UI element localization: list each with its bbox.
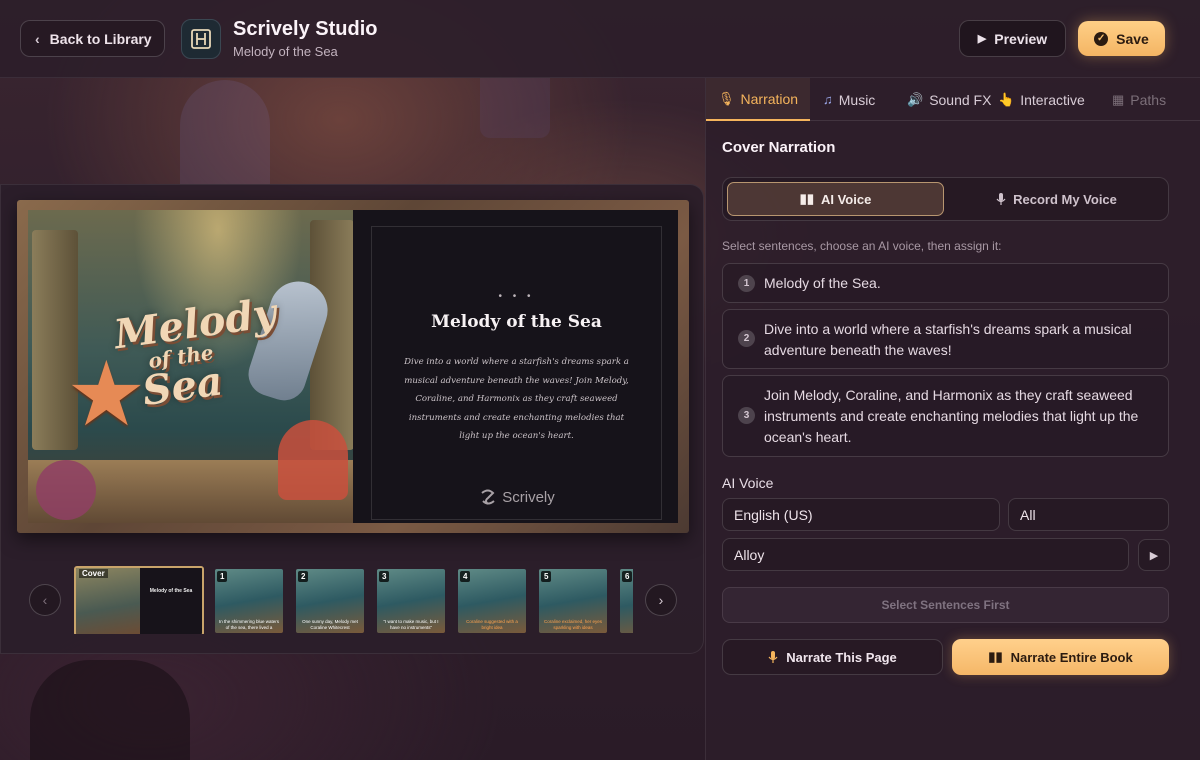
save-button[interactable]: ✓ Save xyxy=(1078,21,1165,56)
background-barrel xyxy=(30,660,190,760)
book-title: Melody of the Sea xyxy=(233,44,338,59)
sentence-number: 3 xyxy=(738,407,755,424)
save-label: Save xyxy=(1116,30,1149,47)
thumbnail-cover-text xyxy=(140,568,202,634)
background-window xyxy=(180,80,270,190)
thumbnail-title: Melody of the Sea xyxy=(149,588,193,594)
scrively-logo-icon xyxy=(481,489,495,505)
page-title: Melody of the Sea xyxy=(431,312,602,332)
page-number: 3 xyxy=(379,571,390,582)
back-to-library-button[interactable]: ‹ Back to Library xyxy=(20,20,165,57)
previous-page-button[interactable]: ‹ xyxy=(29,584,61,616)
decorative-dots: • • • xyxy=(498,291,535,302)
sentence-item[interactable]: 3 Join Melody, Coraline, and Harmonix as… xyxy=(722,375,1169,457)
instructions-text: Select sentences, choose an AI voice, th… xyxy=(722,239,1002,253)
check-circle-icon: ✓ xyxy=(1094,31,1109,46)
sentence-number: 1 xyxy=(738,275,755,292)
book-spread: ★ Melody of the Sea • • • Melody of the … xyxy=(17,200,689,533)
section-title: Cover Narration xyxy=(722,139,836,156)
tab-narration[interactable]: 🎙 Narration xyxy=(706,78,811,121)
sentence-text: Dive into a world where a starfish's dre… xyxy=(764,321,1132,358)
microphone-icon: 🎙 xyxy=(718,90,735,106)
page-number: 6 xyxy=(622,571,633,582)
brand-watermark: Scrively xyxy=(372,487,661,507)
language-select[interactable]: English (US) xyxy=(722,498,1000,531)
sentence-item[interactable]: 2 Dive into a world where a starfish's d… xyxy=(722,309,1169,369)
page-frame: • • • Melody of the Sea Dive into a worl… xyxy=(371,226,662,520)
record-my-voice-option[interactable]: Record My Voice xyxy=(948,182,1165,216)
coral xyxy=(36,460,96,520)
thumbnail-page-4[interactable]: 4 Coraline suggested with a bright idea xyxy=(458,569,526,633)
app-title: Scrively Studio xyxy=(233,18,378,40)
thumbnail-cover[interactable]: Cover Melody of the Sea xyxy=(74,566,204,634)
pointing-hand-icon: 👆 xyxy=(998,91,1015,107)
tab-music[interactable]: ♫ Music xyxy=(823,78,875,121)
tab-interactive[interactable]: 👆 Interactive xyxy=(998,78,1085,121)
narration-panel: 🎙 Narration ♫ Music 🔊 Sound FX 👆 Interac… xyxy=(705,78,1200,760)
app-logo-icon xyxy=(191,29,211,49)
panel-tabs: 🎙 Narration ♫ Music 🔊 Sound FX 👆 Interac… xyxy=(706,78,1200,121)
page-number: 4 xyxy=(460,571,471,582)
narrate-this-page-button[interactable]: Narrate This Page xyxy=(722,639,943,675)
preview-button[interactable]: ▶ Preview xyxy=(959,20,1066,57)
thumbnail-page-3[interactable]: 3 "I want to make music, but I have no i… xyxy=(377,569,445,633)
chevron-left-icon: ‹ xyxy=(42,592,48,608)
sentence-text: Melody of the Sea. xyxy=(764,275,881,291)
thumbnail-label: Cover xyxy=(79,569,108,578)
thumbnail-caption: Coraline suggested with a bright idea xyxy=(466,619,518,630)
play-icon: ▶ xyxy=(977,33,987,45)
narrate-entire-book-button[interactable]: ▮▮ Narrate Entire Book xyxy=(952,639,1169,675)
thumbnail-page-1[interactable]: 1 In the shimmering blue waters of the s… xyxy=(215,569,283,633)
book-stage: ★ Melody of the Sea • • • Melody of the … xyxy=(0,184,704,654)
play-voice-sample-button[interactable]: ▶ xyxy=(1138,539,1170,571)
back-to-library-label: Back to Library xyxy=(49,30,152,47)
coral xyxy=(278,420,348,500)
microphone-icon xyxy=(996,193,1006,205)
chevron-right-icon: › xyxy=(658,592,664,608)
cover-text-page: • • • Melody of the Sea Dive into a worl… xyxy=(353,210,678,523)
thumbnail-page-5[interactable]: 5 Coraline exclaimed, her eyes sparkling… xyxy=(539,569,607,633)
paths-icon: ▦ xyxy=(1112,91,1125,107)
next-page-button[interactable]: › xyxy=(645,584,677,616)
thumbnail-page-2[interactable]: 2 One sunny day, Melody met Coraline Whi… xyxy=(296,569,364,633)
thumbnail-caption: Coraline exclaimed, her eyes sparkling w… xyxy=(543,619,603,630)
voice-mode-toggle: ▮▮ AI Voice Record My Voice xyxy=(722,177,1169,221)
sentence-number: 2 xyxy=(738,330,755,347)
sentence-item[interactable]: 1 Melody of the Sea. xyxy=(722,263,1169,303)
voice-select[interactable]: Alloy xyxy=(722,538,1129,571)
book-icon: ▮▮ xyxy=(799,191,814,206)
chevron-left-icon: ‹ xyxy=(35,30,40,47)
tab-paths[interactable]: ▦ Paths xyxy=(1112,78,1166,121)
thumbnail-caption: One sunny day, Melody met Coraline White… xyxy=(302,619,358,630)
play-icon: ▶ xyxy=(1149,549,1159,562)
top-bar: ‹ Back to Library Scrively Studio Melody… xyxy=(0,0,1200,78)
page-thumbnail-strip: Cover Melody of the Sea 1 In the shimmer… xyxy=(74,566,633,634)
microphone-icon xyxy=(768,651,778,663)
page-text: Dive into a world where a starfish's dre… xyxy=(404,357,629,441)
speaker-icon: 🔊 xyxy=(907,91,924,107)
book-icon: ▮▮ xyxy=(988,649,1003,664)
assign-voice-button: Select Sentences First xyxy=(722,587,1169,623)
thumbnail-page-6[interactable]: 6 xyxy=(620,569,633,633)
voice-filter-select[interactable]: All xyxy=(1008,498,1169,531)
page-number: 1 xyxy=(217,571,228,582)
thumbnail-caption: "I want to make music, but I have no ins… xyxy=(383,619,439,630)
ai-voice-option[interactable]: ▮▮ AI Voice xyxy=(727,182,944,216)
cover-illustration: ★ Melody of the Sea xyxy=(28,210,353,523)
cover-art-title: Melody of the Sea xyxy=(111,289,280,416)
page-number: 5 xyxy=(541,571,552,582)
page-number: 2 xyxy=(298,571,309,582)
background-window xyxy=(480,78,550,138)
thumbnail-caption: In the shimmering blue waters of the sea… xyxy=(218,619,280,630)
sentence-text: Join Melody, Coraline, and Harmonix as t… xyxy=(764,387,1139,445)
preview-label: Preview xyxy=(994,30,1048,47)
music-note-icon: ♫ xyxy=(823,92,833,107)
ai-voice-heading: AI Voice xyxy=(722,475,774,491)
app-logo xyxy=(181,19,221,59)
tab-sound-fx[interactable]: 🔊 Sound FX xyxy=(907,78,991,121)
